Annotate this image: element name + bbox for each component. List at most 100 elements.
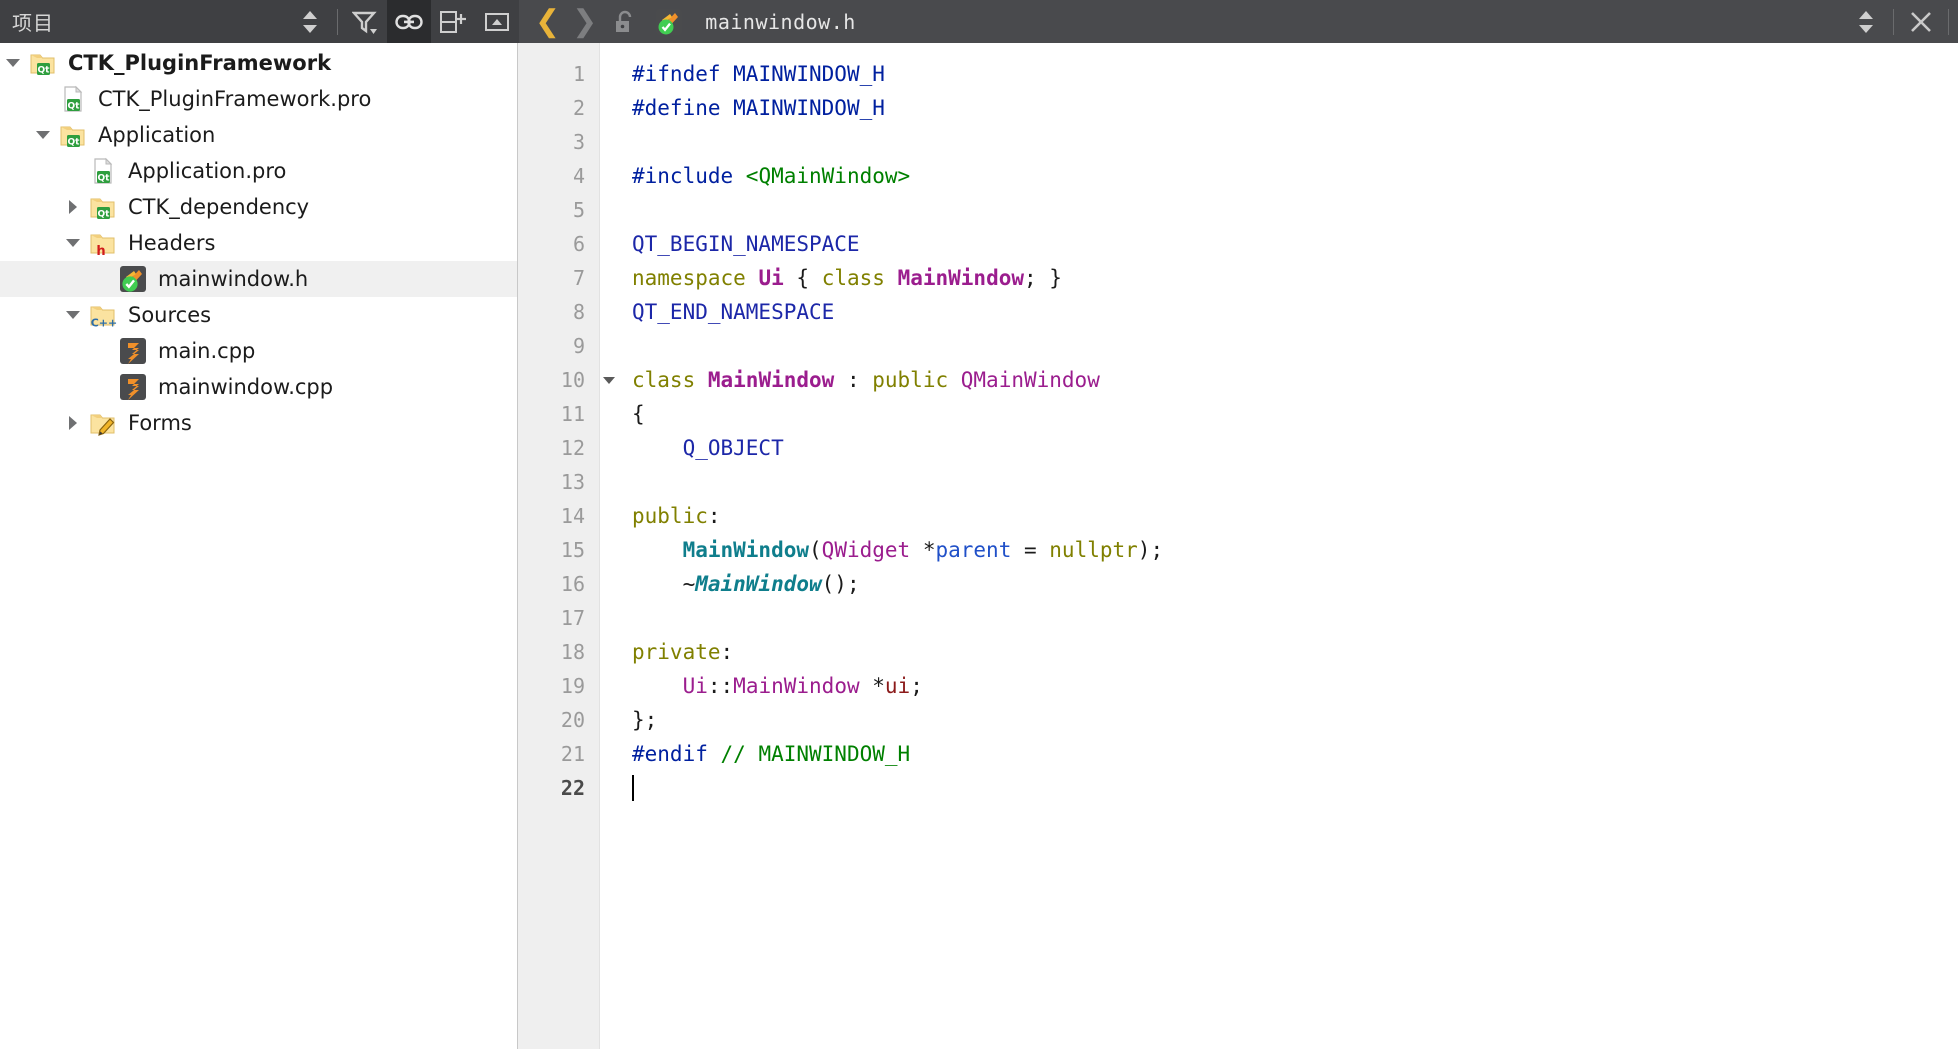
tree-item-application[interactable]: Qt Application [0,117,517,153]
code-token: MainWindow [707,368,835,392]
code-token: namespace [632,266,746,290]
code-line[interactable]: public: [632,499,1958,533]
chevron-right-icon[interactable] [60,405,86,441]
line-number: 9 [572,334,585,358]
tree-item-ctk-pluginframework[interactable]: Qt CTK_PluginFramework [0,45,517,81]
code-line[interactable]: Q_OBJECT [632,431,1958,465]
code-token: : [834,368,873,392]
fold-toggle-icon[interactable] [603,363,615,397]
code-line[interactable]: private: [632,635,1958,669]
code-line[interactable]: Ui::MainWindow *ui; [632,669,1958,703]
tree-twisty-empty [90,369,116,405]
main-body: Qt CTK_PluginFramework Qt CTK_PluginFramewo… [0,43,1958,1049]
code-token: QT_END_NAMESPACE [632,300,835,324]
chevron-down-icon[interactable] [0,45,26,81]
code-token: = [1011,538,1050,562]
tree-item-application-pro[interactable]: Qt Application.pro [0,153,517,189]
chevron-down-icon[interactable] [30,117,56,153]
tree-item-sources[interactable]: C++ Sources [0,297,517,333]
code-token: }; [632,708,658,732]
chevron-down-icon[interactable] [60,225,86,261]
code-line[interactable] [632,771,1958,805]
line-number: 5 [572,198,585,222]
code-line[interactable]: QT_BEGIN_NAMESPACE [632,227,1958,261]
editor-splitter-button[interactable] [1844,0,1888,43]
code-line[interactable] [632,601,1958,635]
tree-item-icon: Qt [56,120,90,150]
navigate-back-button[interactable]: ❮ [529,6,566,37]
code-token: QWidget [821,538,911,562]
tree-item-icon [116,336,150,366]
line-number: 6 [572,232,585,256]
line-number: 11 [560,402,585,426]
code-line[interactable]: }; [632,703,1958,737]
filter-button[interactable] [343,0,387,43]
project-tree[interactable]: Qt CTK_PluginFramework Qt CTK_PluginFramewo… [0,43,518,1049]
tree-item-mainwindow-cpp[interactable]: mainwindow.cpp [0,369,517,405]
code-token: MAINWINDOW_H [733,62,885,86]
tree-item-forms[interactable]: Forms [0,405,517,441]
line-number: 7 [572,266,585,290]
tree-item-mainwindow-h[interactable]: mainwindow.h [0,261,517,297]
svg-text:Qt: Qt [98,209,111,219]
tree-item-icon: Qt [86,192,120,222]
tree-item-label: Forms [128,411,192,435]
code-line[interactable]: { [632,397,1958,431]
code-token: ; } [1024,266,1062,290]
code-token: MAINWINDOW_H [733,96,885,120]
tree-item-main-cpp[interactable]: main.cpp [0,333,517,369]
code-token: : [720,640,734,664]
code-area[interactable]: #ifndef MAINWINDOW_H #define MAINWINDOW_H… [626,43,1958,1049]
tree-item-icon: Qt [26,48,60,78]
folder-forms-icon [90,414,115,436]
qt-header-file-icon [656,8,683,35]
code-line[interactable]: #include <QMainWindow> [632,159,1958,193]
lock-file-button[interactable] [603,0,647,43]
chevron-right-icon[interactable] [60,189,86,225]
close-editor-button[interactable] [1899,0,1943,43]
sidebar-toolbar: 项目 [0,0,519,43]
code-line[interactable]: #ifndef MAINWINDOW_H [632,57,1958,91]
code-token: : [707,504,721,528]
tree-item-headers[interactable]: h Headers [0,225,517,261]
svg-text:Qt: Qt [68,137,81,147]
code-line[interactable]: ~MainWindow(); [632,567,1958,601]
code-line[interactable]: QT_END_NAMESPACE [632,295,1958,329]
qt-header-file-icon [120,266,146,292]
code-editor[interactable]: 1 2 3 4 5 6 7 8 9 10 11 12 13 14 15 16 17 18 19 20 21 22 #ifn… [518,43,1958,1049]
chevron-down-icon[interactable] [60,297,86,333]
code-line[interactable]: class MainWindow : public QMainWindow [632,363,1958,397]
code-line[interactable] [632,193,1958,227]
folder-qt-icon: Qt [60,126,85,147]
code-line[interactable]: #define MAINWINDOW_H [632,91,1958,125]
close-sidebar-button[interactable] [475,0,519,43]
code-line[interactable]: #endif // MAINWINDOW_H [632,737,1958,771]
tree-item-ctk-pluginframework-pro[interactable]: Qt CTK_PluginFramework.pro [0,81,517,117]
toolbar-divider-3 [1948,8,1949,35]
tree-item-ctk-dependency[interactable]: Qt CTK_dependency [0,189,517,225]
editor-toolbar: ❮ ❯ mainwindow.h [519,0,1958,43]
line-number: 14 [560,504,585,528]
line-number: 10 [518,363,615,397]
code-line[interactable]: namespace Ui { class MainWindow; } [632,261,1958,295]
sync-with-editor-button[interactable] [288,0,332,43]
line-number: 3 [572,130,585,154]
line-number: 21 [560,742,585,766]
code-line[interactable] [632,329,1958,363]
link-with-editor-button[interactable] [387,0,431,43]
top-toolbar: 项目 ❮ ❯ mainwindow.h [0,0,1958,43]
tree-twisty-empty [90,261,116,297]
navigate-forward-button[interactable]: ❯ [566,6,603,37]
code-line[interactable] [632,465,1958,499]
tree-item-label: Application.pro [128,159,287,183]
svg-text:C++: C++ [91,317,118,330]
toolbar-divider-1 [337,8,338,35]
split-view-button[interactable] [431,0,475,43]
text-cursor [632,775,634,801]
code-line[interactable] [632,125,1958,159]
code-line[interactable]: MainWindow(QWidget *parent = nullptr); [632,533,1958,567]
